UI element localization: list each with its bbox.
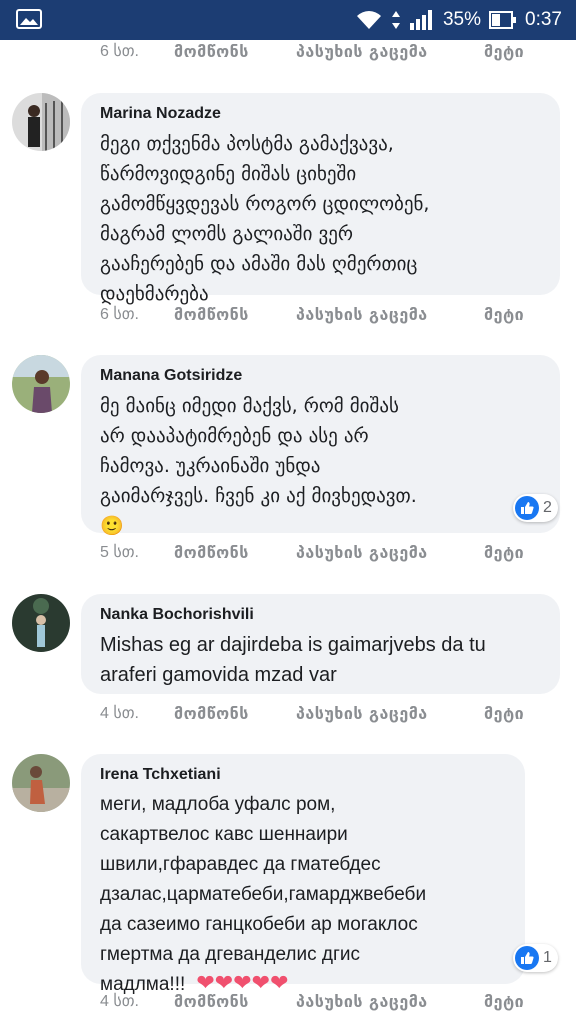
comment-text: меги, мадлоба уфалс ром, сакартвелос кав… (100, 794, 427, 995)
comment-text: მე მაინც იმედი მაქვს, რომ მიშას არ დააპა… (100, 395, 417, 507)
reaction-count[interactable]: 2 (513, 494, 558, 522)
comment-actions-top: 6 სთ. მომწონს პასუხის გაცემა მეტი (100, 40, 524, 62)
avatar-marina[interactable] (12, 93, 70, 151)
more-button[interactable]: მეტი (484, 305, 524, 324)
comment-actions: 5 სთ. მომწონს პასუხის გაცემა მეტი (100, 541, 524, 563)
comment-bubble: Irena Tchxetiani меги, мадлоба уфалс ром… (81, 754, 525, 996)
comment-author[interactable]: Irena Tchxetiani (100, 764, 507, 786)
battery-icon (489, 11, 517, 29)
comment-author[interactable]: Marina Nozadze (100, 103, 542, 125)
reaction-count[interactable]: 1 (513, 944, 558, 972)
smile-emoji: 🙂 (100, 515, 124, 537)
reply-button[interactable]: პასუხის გაცემა (296, 992, 484, 1011)
comment-author[interactable]: Manana Gotsiridze (100, 365, 542, 387)
reply-button[interactable]: პასუხის გაცემა (296, 42, 484, 61)
reply-button[interactable]: პასუხის გაცემა (296, 704, 484, 723)
comment-time: 4 სთ. (100, 993, 139, 1010)
comment-time: 6 სთ. (100, 43, 139, 60)
comment-text: Mishas eg ar dajirdeba is gaimarjvebs da… (100, 634, 486, 686)
thumbs-up-icon (515, 496, 539, 520)
like-button[interactable]: მომწონს (174, 704, 296, 723)
clock: 0:37 (525, 9, 562, 30)
reply-button[interactable]: პასუხის გაცემა (296, 305, 484, 324)
comment-actions: 4 სთ. მომწონს პასუხის გაცემა მეტი (100, 702, 524, 724)
like-button[interactable]: მომწონს (174, 992, 296, 1011)
gallery-icon (16, 9, 42, 29)
like-button[interactable]: მომწონს (174, 42, 296, 61)
avatar-manana[interactable] (12, 355, 70, 413)
more-button[interactable]: მეტი (484, 42, 524, 61)
comment-bubble: Marina Nozadze მეგი თქვენმა პოსტმა გამაქ… (81, 93, 560, 305)
comment-time: 4 სთ. (100, 705, 139, 722)
comment-time: 5 სთ. (100, 544, 139, 561)
data-arrows-icon (391, 11, 400, 29)
thumbs-up-icon (515, 946, 539, 970)
more-button[interactable]: მეტი (484, 543, 524, 562)
comment-bubble: Manana Gotsiridze მე მაინც იმედი მაქვს, … (81, 355, 560, 537)
comment-actions: 6 სთ. მომწონს პასუხის გაცემა მეტი (100, 303, 524, 325)
reaction-number: 2 (543, 499, 552, 516)
avatar-irena[interactable] (12, 754, 70, 812)
reply-button[interactable]: პასუხის გაცემა (296, 543, 484, 562)
like-button[interactable]: მომწონს (174, 543, 296, 562)
comment-time: 6 სთ. (100, 306, 139, 323)
comment-bubble: Nanka Bochorishvili Mishas eg ar dajirde… (81, 594, 560, 694)
more-button[interactable]: მეტი (484, 992, 524, 1011)
reaction-number: 1 (543, 949, 552, 966)
wifi-icon (356, 11, 381, 29)
comment-text: მეგი თქვენმა პოსტმა გამაქვავა, წარმოვიდგ… (100, 133, 430, 305)
battery-percent: 35% (442, 9, 482, 30)
avatar-nanka[interactable] (12, 594, 70, 652)
signal-icon (409, 10, 432, 30)
status-bar: 35% 0:37 (0, 0, 576, 40)
comment-actions: 4 სთ. მომწონს პასუხის გაცემა მეტი (100, 990, 524, 1012)
more-button[interactable]: მეტი (484, 704, 524, 723)
like-button[interactable]: მომწონს (174, 305, 296, 324)
comment-author[interactable]: Nanka Bochorishvili (100, 604, 542, 626)
